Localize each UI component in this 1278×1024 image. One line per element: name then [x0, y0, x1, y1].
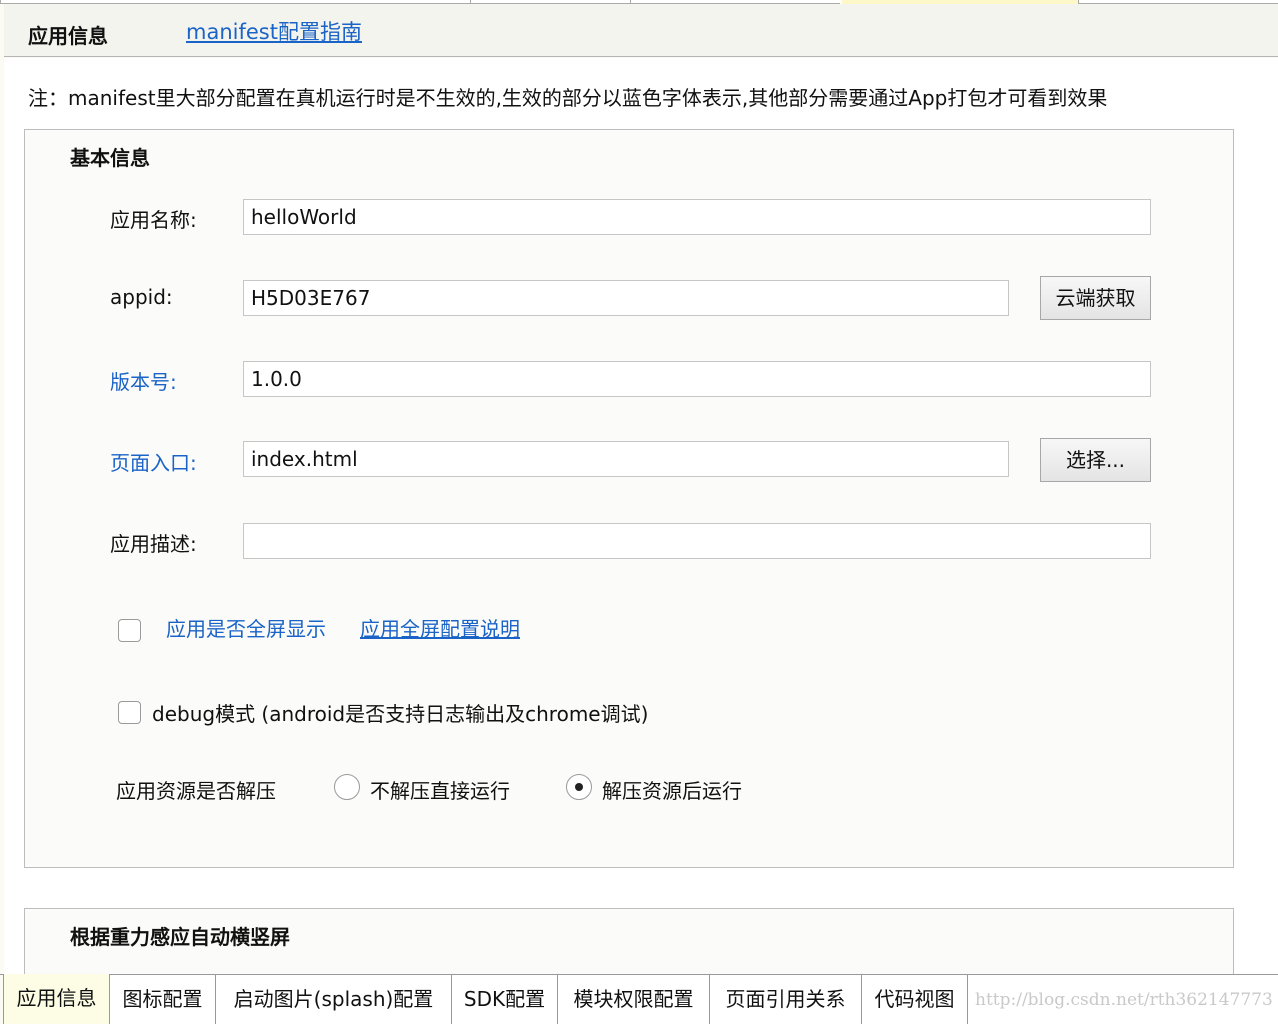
page-title: 应用信息	[28, 24, 108, 48]
fullscreen-checkbox[interactable]	[118, 619, 141, 642]
manifest-guide-link[interactable]: manifest配置指南	[186, 16, 362, 46]
tab-code-view[interactable]: 代码视图	[862, 975, 968, 1024]
fullscreen-label: 应用是否全屏显示	[166, 617, 326, 641]
decompress-label: 应用资源是否解压	[116, 779, 276, 803]
choose-file-button[interactable]: 选择...	[1040, 438, 1151, 482]
entry-label: 页面入口:	[110, 451, 197, 475]
manifest-note: 注：manifest里大部分配置在真机运行时是不生效的,生效的部分以蓝色字体表示…	[28, 86, 1108, 110]
fullscreen-config-link[interactable]: 应用全屏配置说明	[360, 613, 520, 642]
basic-info-title: 基本信息	[70, 146, 150, 170]
main-content: 注：manifest里大部分配置在真机运行时是不生效的,生效的部分以蓝色字体表示…	[4, 58, 1278, 974]
description-input[interactable]	[243, 523, 1151, 559]
tab-module-permissions[interactable]: 模块权限配置	[558, 975, 710, 1024]
gravity-rotation-title: 根据重力感应自动横竖屏	[70, 925, 290, 949]
tab-splash-config[interactable]: 启动图片(splash)配置	[216, 975, 452, 1024]
version-label: 版本号:	[110, 370, 177, 394]
gravity-rotation-panel: 根据重力感应自动横竖屏	[24, 908, 1234, 974]
watermark: http://blog.csdn.net/rth362147773	[975, 990, 1273, 1010]
page-header: 应用信息 manifest配置指南	[4, 4, 1278, 57]
debug-checkbox[interactable]	[118, 701, 141, 724]
decompress-radio[interactable]	[566, 774, 592, 800]
tab-icon-config[interactable]: 图标配置	[110, 975, 216, 1024]
cloud-fetch-button[interactable]: 云端获取	[1040, 276, 1151, 320]
basic-info-panel: 基本信息 应用名称: helloWorld appid: H5D03E767 云…	[24, 129, 1234, 868]
appid-label: appid:	[110, 285, 173, 309]
decompress-option-label: 解压资源后运行	[602, 779, 742, 803]
tab-app-info[interactable]: 应用信息	[4, 974, 110, 1024]
tab-sdk-config[interactable]: SDK配置	[452, 975, 558, 1024]
no-decompress-radio[interactable]	[334, 774, 360, 800]
tab-page-references[interactable]: 页面引用关系	[710, 975, 862, 1024]
no-decompress-label: 不解压直接运行	[370, 779, 510, 803]
appid-input[interactable]: H5D03E767	[243, 280, 1009, 316]
entry-input[interactable]: index.html	[243, 441, 1009, 477]
app-name-label: 应用名称:	[110, 208, 197, 232]
app-name-input[interactable]: helloWorld	[243, 199, 1151, 235]
description-label: 应用描述:	[110, 532, 197, 556]
debug-label: debug模式 (android是否支持日志输出及chrome调试)	[152, 702, 649, 726]
tab-bar-edge	[0, 975, 4, 1024]
version-input[interactable]: 1.0.0	[243, 361, 1151, 397]
